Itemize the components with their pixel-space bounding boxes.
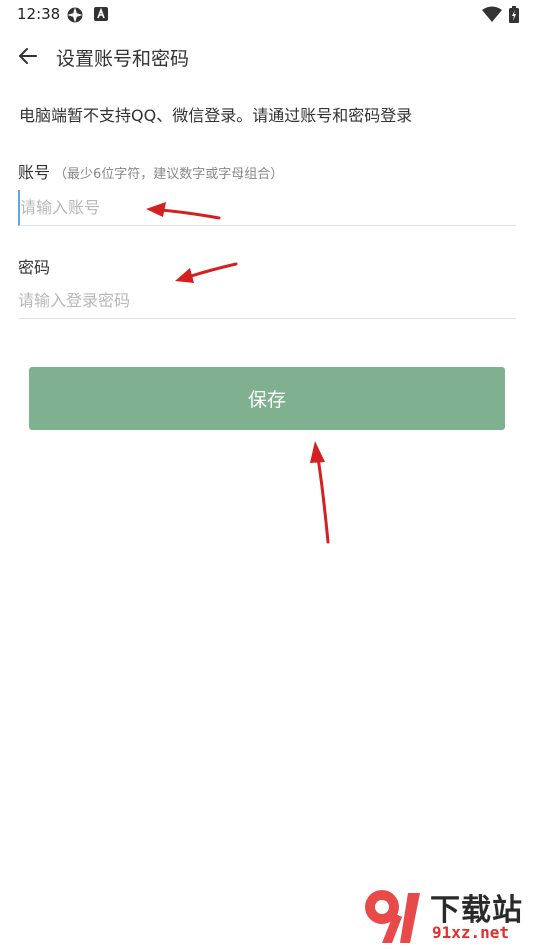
battery-icon	[509, 6, 519, 27]
annotation-arrows	[146, 202, 330, 544]
screen: 12:38 设置账号和密码 电脑端暂不支持QQ、微信登录。请通过账号和密码登录 …	[0, 0, 534, 950]
watermark-logo-icon	[365, 890, 420, 943]
app-header: 设置账号和密码	[0, 34, 534, 78]
password-label: 密码	[18, 258, 51, 277]
a-badge-icon	[94, 6, 108, 25]
status-time: 12:38	[17, 5, 61, 23]
watermark: 下载站 91xz.net	[360, 885, 530, 947]
status-bar: 12:38	[0, 0, 534, 28]
login-notice: 电脑端暂不支持QQ、微信登录。请通过账号和密码登录	[19, 106, 413, 125]
arrow-left-icon	[18, 48, 37, 64]
settings-icon	[66, 6, 84, 28]
annotation-arrow-password	[175, 262, 238, 283]
account-label-text: 账号	[18, 163, 51, 182]
page-title: 设置账号和密码	[56, 48, 190, 70]
back-button[interactable]	[12, 40, 44, 72]
account-label: 账号 （最少6位字符，建议数字或字母组合）	[18, 159, 283, 183]
annotation-arrow-save	[310, 441, 330, 544]
account-hint: （最少6位字符，建议数字或字母组合）	[54, 167, 284, 182]
watermark-subtitle: 91xz.net	[432, 923, 510, 942]
account-input[interactable]	[18, 190, 516, 226]
password-input[interactable]	[18, 283, 516, 319]
wifi-icon	[482, 6, 502, 26]
save-button[interactable]: 保存	[29, 367, 505, 430]
